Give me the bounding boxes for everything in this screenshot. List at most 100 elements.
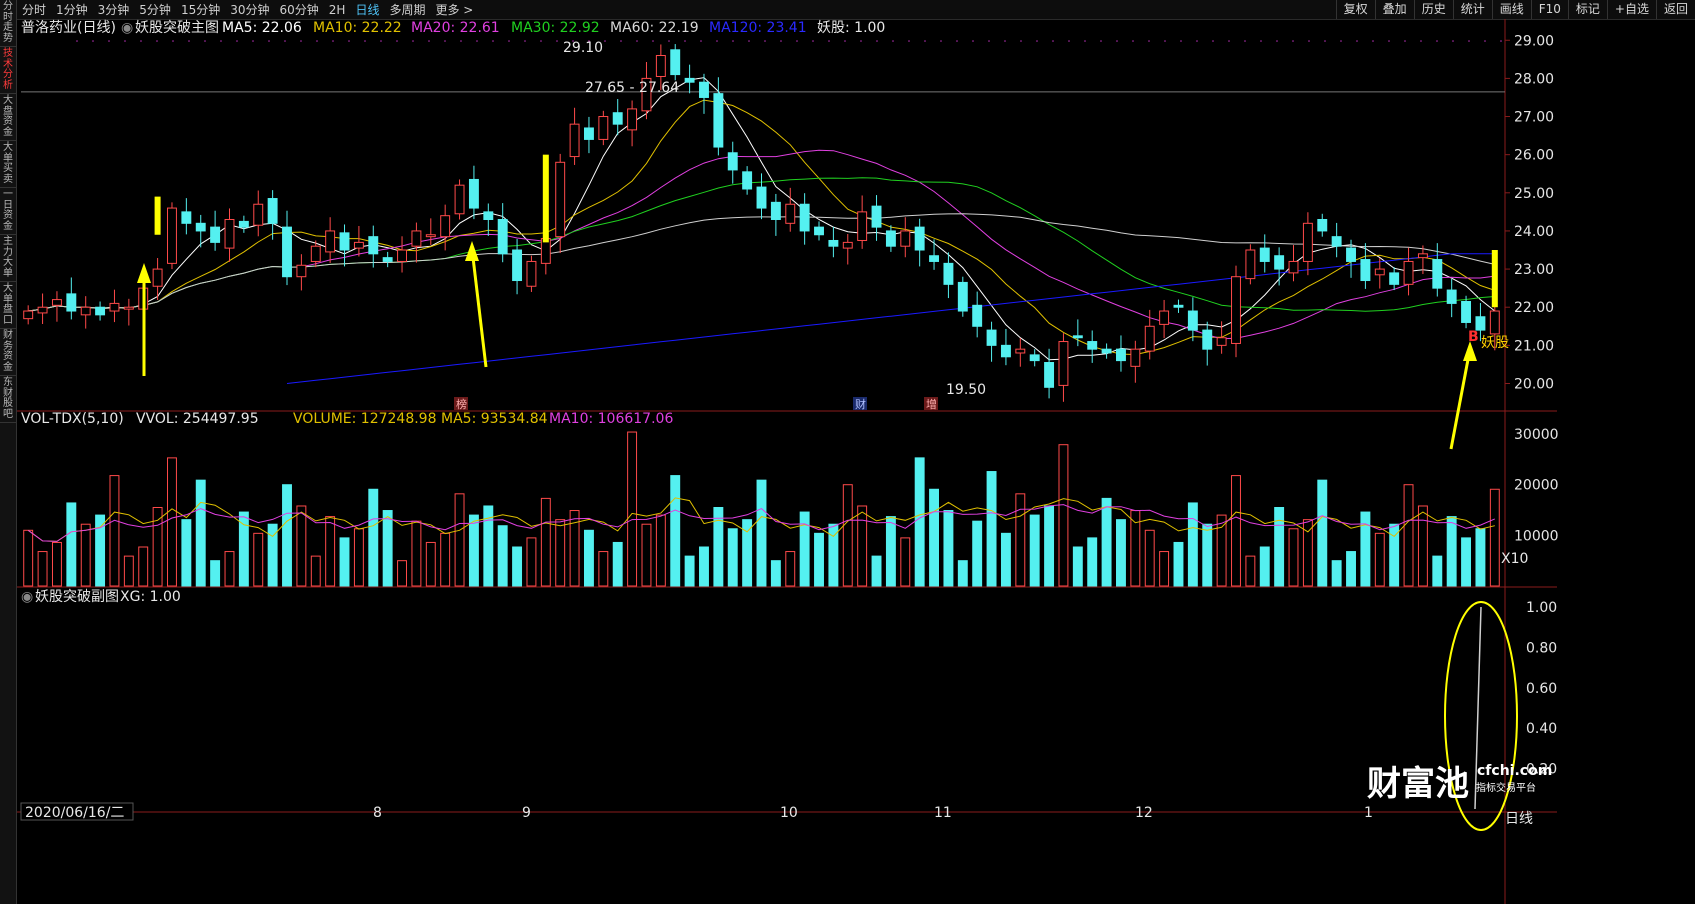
candle <box>1087 330 1098 363</box>
volume-bar <box>1461 537 1472 587</box>
volume-bar <box>1101 497 1112 587</box>
candle <box>181 198 192 235</box>
volume-bar <box>224 551 235 587</box>
volume-bar <box>1029 514 1040 587</box>
period-tab-1[interactable]: 1分钟 <box>56 1 88 18</box>
candle <box>756 173 767 220</box>
period-tab-6[interactable]: 60分钟 <box>280 1 319 18</box>
legend-ma10: MA10: 22.22 <box>313 20 402 36</box>
volume-bar <box>785 551 796 587</box>
mark-bang[interactable]: 榜 <box>456 397 467 411</box>
sidebar-tab-2[interactable]: 大盘资金 <box>0 94 16 141</box>
legend-vvol: VVOL: 254497.95 <box>136 411 259 427</box>
toolbar-button-8[interactable]: 返回 <box>1655 0 1695 19</box>
period-tab-7[interactable]: 2H <box>329 3 346 17</box>
candle <box>799 193 810 245</box>
sidebar-tab-5[interactable]: 主力大单 <box>0 235 16 282</box>
volume-bar <box>799 511 810 587</box>
toolbar-button-5[interactable]: F10 <box>1530 0 1568 19</box>
period-tab-8[interactable]: 日线 <box>355 1 379 18</box>
candle <box>454 179 465 220</box>
candle <box>37 293 48 324</box>
sub-indicator-name[interactable]: 妖股突破副图 <box>35 589 119 605</box>
signal-bar <box>1491 250 1498 308</box>
volume-bar <box>684 555 695 587</box>
volume-bar <box>195 479 206 587</box>
candle <box>339 224 350 267</box>
x-month-10: 10 <box>780 805 798 821</box>
candle <box>1101 343 1112 359</box>
sidebar-tab-1[interactable]: 技术分析 <box>0 47 16 94</box>
candle <box>842 233 853 265</box>
vol-indicator-name[interactable]: VOL-TDX(5,10) <box>21 411 124 427</box>
volume-bar <box>23 529 34 587</box>
volume-bar <box>1475 528 1486 587</box>
period-tab-3[interactable]: 5分钟 <box>139 1 171 18</box>
main-indicator-name[interactable]: 妖股突破主图 <box>135 20 219 36</box>
volume-bar <box>1144 529 1155 587</box>
volume-bar <box>1489 488 1500 587</box>
ma120-line <box>286 253 1495 384</box>
volume-bar <box>310 555 321 587</box>
price-tick: 27.00 <box>1514 110 1554 126</box>
volume-bar <box>497 525 508 587</box>
candle <box>1044 348 1055 399</box>
volume-bar <box>1231 475 1241 587</box>
signal-bar <box>154 196 161 235</box>
volume-bar <box>699 546 709 587</box>
sub-collapse-icon[interactable]: ◉ <box>21 589 33 605</box>
volume-bar <box>627 431 638 587</box>
sidebar-tab-4[interactable]: 一日资金 <box>0 188 16 235</box>
sidebar-tab-7[interactable]: 财务资金 <box>0 329 16 376</box>
period-tab-2[interactable]: 3分钟 <box>98 1 130 18</box>
period-tab-5[interactable]: 30分钟 <box>230 1 269 18</box>
toolbar-button-6[interactable]: 标记 <box>1567 0 1607 19</box>
legend-xg: XG: 1.00 <box>120 589 181 605</box>
candle <box>95 301 106 321</box>
collapse-icon[interactable]: ◉ <box>121 20 133 36</box>
candle <box>425 218 436 246</box>
candle <box>1461 295 1472 329</box>
candle <box>1130 340 1141 383</box>
toolbar-button-2[interactable]: 历史 <box>1413 0 1453 19</box>
candle <box>857 195 868 249</box>
volume-bar <box>1058 444 1069 587</box>
period-tab-0[interactable]: 分时 <box>22 1 46 18</box>
candle <box>1015 338 1026 367</box>
legend-vol-ma5: MA5: 93534.84 <box>441 411 548 427</box>
kline-chart[interactable]: 29.00 28.00 27.00 26.00 25.00 24.00 23.00 22.00… <box>17 19 1695 904</box>
volume-bar <box>425 541 436 587</box>
volume-bar <box>1446 516 1457 587</box>
high-price-label: 29.10 <box>563 40 603 56</box>
period-tab-9[interactable]: 多周期 <box>389 1 425 18</box>
volume-bar <box>1187 502 1198 587</box>
candle <box>1000 328 1011 366</box>
mark-zeng[interactable]: 增 <box>926 397 937 411</box>
toolbar-button-0[interactable]: 复权 <box>1335 0 1375 19</box>
toolbar-button-7[interactable]: +自选 <box>1606 0 1656 19</box>
candle <box>440 204 451 251</box>
volume-bar <box>583 529 594 587</box>
volume-bar <box>1202 523 1213 587</box>
volume-bar <box>80 523 91 587</box>
candle <box>871 195 882 241</box>
toolbar-button-3[interactable]: 统计 <box>1452 0 1492 19</box>
sidebar-tab-3[interactable]: 大单买卖 <box>0 141 16 188</box>
x-month-1: 1 <box>1364 805 1373 821</box>
volume-bar <box>770 560 781 587</box>
sidebar-tab-8[interactable]: 东财股吧 <box>0 376 16 423</box>
volume-bar <box>1245 555 1256 587</box>
legend-vol-ma10: MA10: 106617.06 <box>549 411 673 427</box>
toolbar-button-1[interactable]: 叠加 <box>1374 0 1414 19</box>
x-month-11: 11 <box>934 805 952 821</box>
sidebar-tab-6[interactable]: 大单盘口 <box>0 282 16 329</box>
mark-cai[interactable]: 财 <box>855 397 866 411</box>
watermark: 财富池 cfchi.com 指标交易平台 <box>1367 763 1552 804</box>
volume-bar <box>1015 493 1026 587</box>
sidebar-tab-0[interactable]: 分时走势 <box>0 0 16 47</box>
period-tab-4[interactable]: 15分钟 <box>181 1 220 18</box>
toolbar-button-4[interactable]: 画线 <box>1491 0 1531 19</box>
candle <box>742 166 753 195</box>
period-tab-10[interactable]: 更多 > <box>435 1 473 18</box>
volume-bar <box>943 510 954 587</box>
